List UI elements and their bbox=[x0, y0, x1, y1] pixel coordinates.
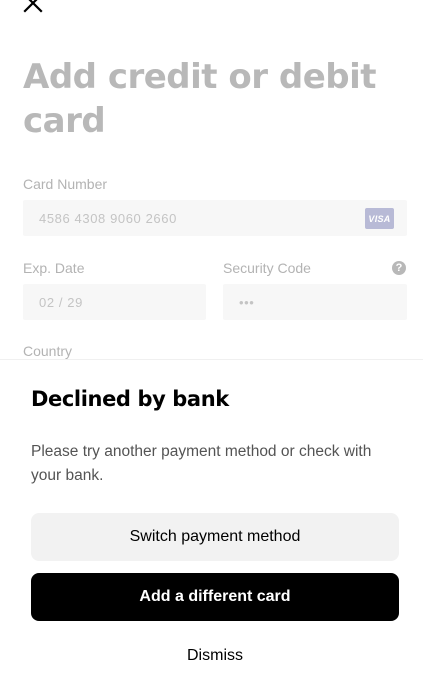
close-button[interactable] bbox=[22, 0, 44, 14]
card-number-input[interactable]: 4586 4308 9060 2660 VISA bbox=[23, 200, 407, 236]
card-number-label: Card Number bbox=[23, 176, 108, 192]
add-different-card-button[interactable]: Add a different card bbox=[31, 573, 399, 621]
exp-date-label: Exp. Date bbox=[23, 260, 85, 276]
security-code-input[interactable]: ••• bbox=[223, 284, 407, 320]
security-code-value: ••• bbox=[239, 294, 255, 310]
card-number-value: 4586 4308 9060 2660 bbox=[39, 210, 177, 226]
security-code-label: Security Code bbox=[223, 260, 311, 276]
switch-payment-method-button[interactable]: Switch payment method bbox=[31, 513, 399, 561]
dialog-message: Please try another payment method or che… bbox=[31, 443, 372, 484]
close-icon bbox=[22, 0, 44, 14]
question-circle-icon[interactable]: ? bbox=[392, 261, 406, 275]
page-title: Add credit or debit card bbox=[23, 57, 377, 141]
exp-date-value: 02 / 29 bbox=[39, 294, 83, 310]
declined-dialog: Declined by bank Please try another paym… bbox=[0, 360, 423, 678]
country-label: Country bbox=[23, 343, 73, 359]
dismiss-button[interactable]: Dismiss bbox=[31, 644, 399, 668]
dialog-title: Declined by bank bbox=[31, 387, 229, 411]
exp-date-input[interactable]: 02 / 29 bbox=[23, 284, 206, 320]
visa-card-icon: VISA bbox=[365, 208, 394, 229]
